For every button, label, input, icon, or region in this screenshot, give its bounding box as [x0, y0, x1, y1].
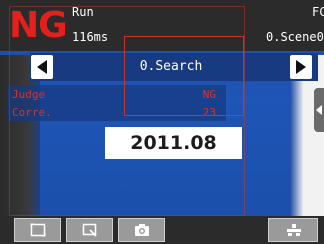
zoom-button[interactable] [66, 218, 113, 242]
vision-sensor-screen: NG Run 116ms FC 0.Scene0 0.Search Judge … [0, 0, 324, 244]
zoom-icon [82, 223, 97, 237]
chevron-left-icon [316, 105, 322, 115]
camera-icon [135, 224, 149, 236]
tool-menu-icon [287, 224, 301, 236]
scene-name: 0.Scene0 [266, 30, 324, 44]
capture-image-button[interactable] [118, 218, 165, 242]
tool-menu-button[interactable] [268, 218, 318, 242]
next-item-button[interactable] [290, 55, 312, 79]
fit-screen-button[interactable] [14, 218, 61, 242]
flow-label: FC [312, 5, 324, 19]
side-panel-tab[interactable] [314, 88, 324, 132]
ng-frame-outline [9, 6, 245, 216]
right-arrow-icon [296, 60, 306, 74]
fit-screen-icon [30, 223, 46, 237]
